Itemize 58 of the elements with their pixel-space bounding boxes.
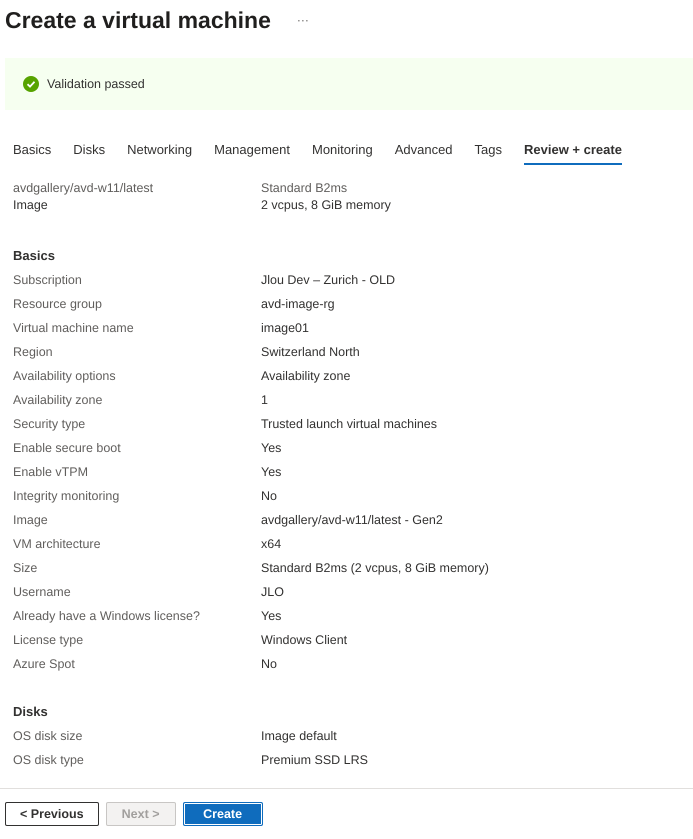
field-label: Region (13, 345, 54, 359)
summary-caption: Standard B2ms (261, 181, 348, 195)
summary-value: Image (13, 198, 49, 212)
field-value: 1 (261, 393, 269, 407)
field-value: Jlou Dev – Zurich - OLD (261, 273, 396, 287)
field-value: x64 (261, 537, 282, 551)
field-label: Enable secure boot (13, 441, 122, 455)
tab[interactable]: Management (214, 138, 290, 165)
field-label: OS disk size (13, 729, 84, 743)
field-value: Yes (261, 609, 282, 623)
tab[interactable]: Monitoring (312, 138, 373, 165)
field-label: License type (13, 633, 84, 647)
secondary-button[interactable]: < Previous (5, 802, 99, 826)
page-title: Create a virtual machine (5, 6, 271, 34)
field-value: No (261, 657, 278, 671)
tab[interactable]: Basics (13, 138, 52, 165)
field-value: Premium SSD LRS (261, 753, 369, 767)
field-label: OS disk type (13, 753, 85, 767)
field-label: Availability options (13, 369, 117, 383)
tab[interactable]: Tags (474, 138, 502, 165)
field-label: Availability zone (13, 393, 104, 407)
banner-text: Validation passed (47, 77, 145, 91)
field-label: Azure Spot (13, 657, 76, 671)
section-heading: Basics (12, 246, 56, 264)
tab[interactable]: Disks (73, 138, 106, 165)
field-label: Image (13, 513, 49, 527)
tab[interactable]: Review + create (524, 138, 622, 165)
field-value: Availability zone (261, 369, 352, 383)
field-value: image01 (261, 321, 310, 335)
field-label: VM architecture (13, 537, 102, 551)
field-value: Switzerland North (261, 345, 361, 359)
field-label: Virtual machine name (13, 321, 135, 335)
field-label: Subscription (13, 273, 83, 287)
field-label: Size (13, 561, 38, 575)
field-label: Security type (13, 417, 86, 431)
field-label: Resource group (13, 297, 103, 311)
field-label: Enable vTPM (13, 465, 90, 479)
field-value: Windows Client (261, 633, 348, 647)
tab[interactable]: Advanced (394, 138, 453, 165)
field-value: avdgallery/avd-w11/latest - Gen2 (261, 513, 444, 527)
success-check-icon (23, 76, 39, 92)
summary-caption: avdgallery/avd-w11/latest (13, 181, 154, 195)
field-value: JLO (261, 585, 285, 599)
field-value: Image default (261, 729, 338, 743)
field-value: Standard B2ms (2 vcpus, 8 GiB memory) (261, 561, 490, 575)
more-options-button[interactable]: ··· (292, 11, 313, 29)
field-label: Already have a Windows license? (13, 609, 201, 623)
field-value: No (261, 489, 278, 503)
tab[interactable]: Networking (127, 138, 192, 165)
section-heading: Disks (12, 702, 49, 720)
field-label: Integrity monitoring (13, 489, 120, 503)
field-label: Username (13, 585, 72, 599)
primary-button[interactable]: Create (182, 802, 263, 826)
summary-value: 2 vcpus, 8 GiB memory (261, 198, 392, 212)
field-value: Yes (261, 465, 282, 479)
field-value: Trusted launch virtual machines (261, 417, 438, 431)
field-value: Yes (261, 441, 282, 455)
field-value: avd-image-rg (261, 297, 336, 311)
